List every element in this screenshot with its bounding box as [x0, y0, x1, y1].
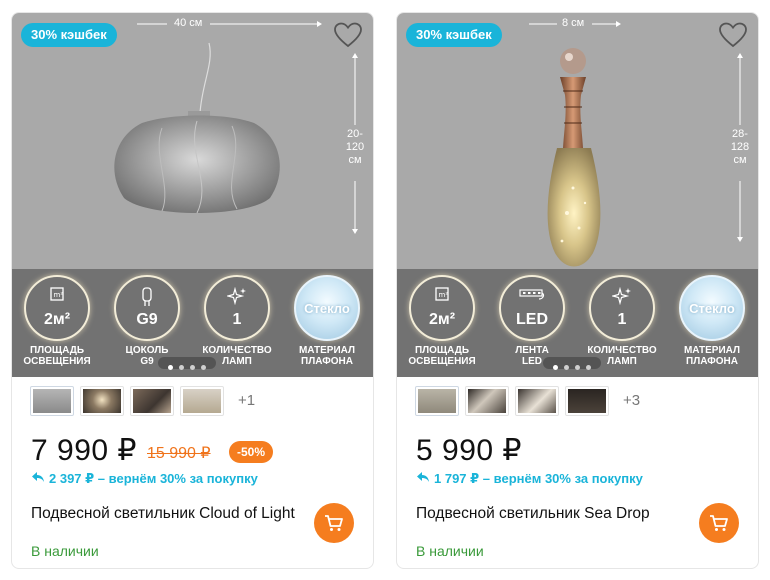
feature-material: Стекло МАТЕРИАЛ ПЛАФОНА: [287, 275, 367, 367]
feature-area: m² 2м² ПЛОЩАДЬ ОСВЕЩЕНИЯ: [17, 275, 97, 367]
feature-socket: G9 ЦОКОЛЬ G9: [107, 275, 187, 367]
glass-icon: Стекло: [679, 275, 745, 341]
add-to-cart-button[interactable]: [314, 503, 354, 543]
led-strip-icon: [519, 289, 545, 300]
pagination-dot[interactable]: [190, 365, 195, 370]
thumbnail[interactable]: [415, 386, 459, 416]
pagination-dot[interactable]: [575, 365, 580, 370]
cashback-badge: 30% кэшбек: [406, 23, 502, 47]
current-price: 5 990 ₽: [416, 434, 522, 467]
stock-status: В наличии: [31, 543, 99, 559]
heart-icon[interactable]: [333, 22, 363, 48]
thumbnail[interactable]: [515, 386, 559, 416]
width-dimension: 8 см: [562, 17, 585, 29]
old-price: 15 990 ₽: [147, 445, 211, 462]
feature-lamp-count: 1 КОЛИЧЕСТВО ЛАМП: [582, 275, 662, 367]
pagination-dot[interactable]: [586, 365, 591, 370]
cashback-info: 2 397 ₽ – вернём 30% за покупку: [31, 471, 258, 487]
thumbnail[interactable]: [130, 386, 174, 416]
area-icon: m²: [50, 287, 64, 301]
height-dimension: 20- 120 см: [345, 128, 365, 166]
thumbnail[interactable]: [30, 386, 74, 416]
product-card[interactable]: 40 см 20- 120 см m² 2м² ПЛОЩАДЬ ОСВЕЩЕНИЯ: [11, 12, 374, 569]
cart-icon: [710, 515, 728, 531]
cashback-badge: 30% кэшбек: [21, 23, 117, 47]
width-dimension: 40 см: [174, 17, 203, 29]
cashback-info: 1 797 ₽ – вернём 30% за покупку: [416, 471, 643, 487]
add-to-cart-button[interactable]: [699, 503, 739, 543]
pagination-dot[interactable]: [179, 365, 184, 370]
product-photo[interactable]: 8 см 28- 128 см m² 2м² ПЛОЩАДЬОСВЕЩЕНИЯ: [397, 13, 758, 377]
svg-text:m²: m²: [439, 291, 449, 299]
photo-pagination[interactable]: [543, 357, 601, 370]
pagination-dot[interactable]: [564, 365, 569, 370]
thumbnail[interactable]: [80, 386, 124, 416]
pagination-dot[interactable]: [201, 365, 206, 370]
feature-area: m² 2м² ПЛОЩАДЬ ОСВЕЩЕНИЯ: [402, 275, 482, 367]
height-dimension: 28- 128 см: [730, 128, 750, 166]
thumbnail[interactable]: [465, 386, 509, 416]
glass-icon: Стекло: [294, 275, 360, 341]
thumbnail[interactable]: [565, 386, 609, 416]
bulb-socket-icon: [142, 287, 152, 306]
sparkle-icon: [227, 287, 246, 305]
area-icon: m²: [435, 287, 449, 301]
return-arrow-icon: [417, 472, 429, 482]
more-photos-count[interactable]: +3: [623, 392, 640, 409]
thumbnail[interactable]: [180, 386, 224, 416]
sparkle-icon: [612, 287, 631, 305]
cart-icon: [325, 515, 343, 531]
product-card[interactable]: 8 см 28- 128 см m² 2м² ПЛОЩАДЬОСВЕЩЕНИЯ: [396, 12, 759, 569]
svg-text:m²: m²: [54, 291, 64, 299]
product-photo[interactable]: 40 см 20- 120 см m² 2м² ПЛОЩАДЬ ОСВЕЩЕНИЯ: [12, 13, 373, 377]
feature-lamp-count: 1 КОЛИЧЕСТВО ЛАМП: [197, 275, 277, 367]
current-price: 7 990 ₽: [31, 434, 137, 467]
heart-icon[interactable]: [718, 22, 748, 48]
feature-led-strip: LED ЛЕНТА LED: [492, 275, 572, 367]
feature-material: Стекло МАТЕРИАЛ ПЛАФОНА: [672, 275, 752, 367]
product-title[interactable]: Подвесной светильник Cloud of Light: [31, 505, 295, 523]
pagination-dot[interactable]: [553, 365, 558, 370]
photo-pagination[interactable]: [158, 357, 216, 370]
product-title[interactable]: Подвесной светильник Sea Drop: [416, 505, 650, 523]
stock-status: В наличии: [416, 543, 484, 559]
more-photos-count[interactable]: +1: [238, 392, 255, 409]
discount-badge: -50%: [229, 441, 274, 463]
pagination-dot[interactable]: [168, 365, 173, 370]
return-arrow-icon: [32, 472, 44, 482]
